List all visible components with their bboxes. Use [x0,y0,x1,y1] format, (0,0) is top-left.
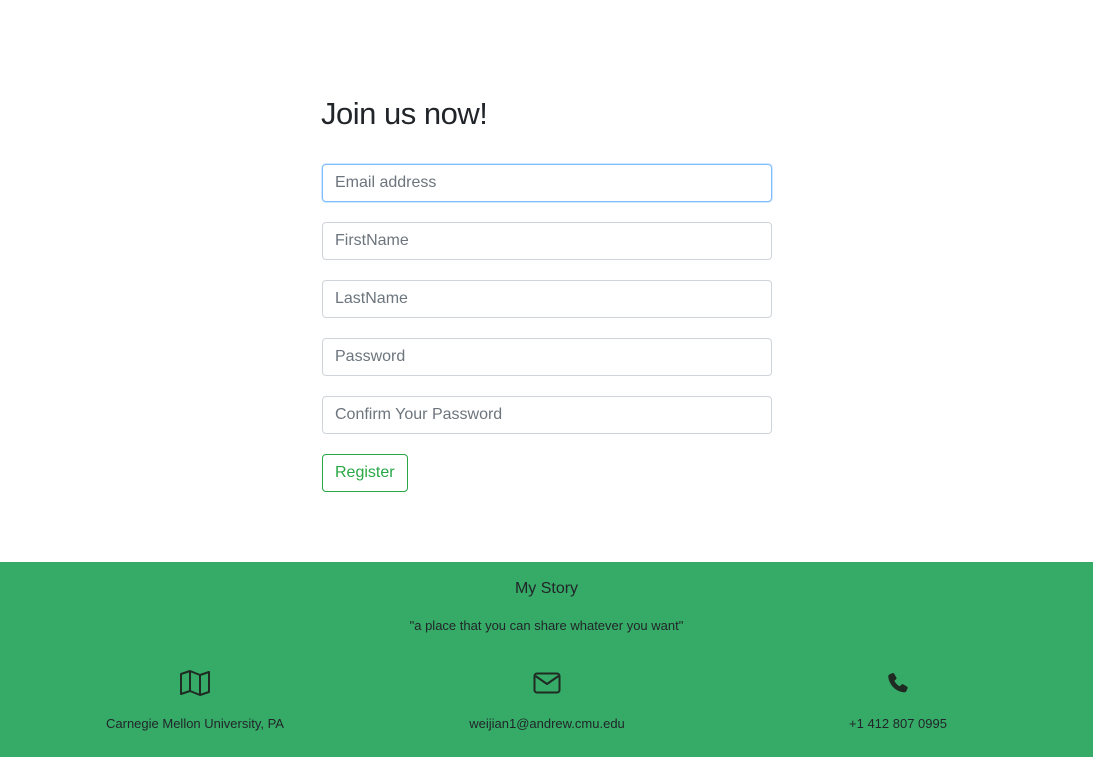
register-button[interactable]: Register [322,454,408,492]
form-fields: Register [322,164,772,492]
contact-location-text: Carnegie Mellon University, PA [106,716,284,731]
firstname-field[interactable] [322,222,772,260]
contact-location: Carnegie Mellon University, PA [45,666,345,731]
lastname-field[interactable] [322,280,772,318]
contact-phone: +1 412 807 0995 [748,666,1048,731]
footer: My Story "a place that you can share wha… [0,562,1093,757]
password-field[interactable] [322,338,772,376]
register-form: Join us now! Register [321,94,772,492]
main-content: Join us now! Register [0,0,1093,562]
phone-icon [748,666,1048,700]
contact-email: weijian1@andrew.cmu.edu [397,666,697,731]
contact-phone-text: +1 412 807 0995 [849,716,947,731]
confirm-password-field[interactable] [322,396,772,434]
contact-email-text: weijian1@andrew.cmu.edu [469,716,625,731]
envelope-icon [397,666,697,700]
email-field[interactable] [322,164,772,202]
footer-title: My Story [514,580,579,597]
footer-tagline: "a place that you can share whatever you… [409,618,684,633]
map-icon [45,666,345,700]
page-title: Join us now! [321,96,488,131]
